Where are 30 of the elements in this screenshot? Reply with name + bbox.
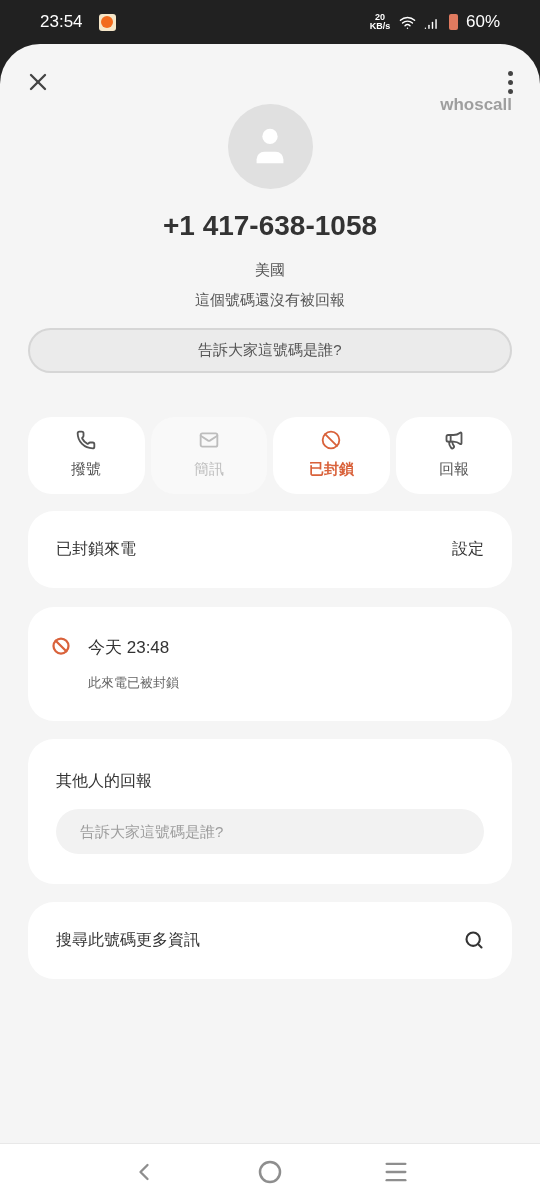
app-notification-icon bbox=[98, 13, 116, 31]
network-speed: 20 KB/s bbox=[368, 13, 391, 31]
phone-icon bbox=[76, 429, 97, 450]
block-icon bbox=[321, 429, 342, 450]
search-icon bbox=[464, 930, 484, 950]
status-time: 23:54 bbox=[40, 11, 83, 34]
country: 美國 bbox=[255, 259, 285, 280]
brand-logo: whoscall bbox=[440, 94, 512, 116]
call-note: 此來電已被封鎖 bbox=[88, 673, 179, 692]
action-button[interactable]: 撥號 bbox=[28, 416, 145, 494]
battery-percentage: 60% bbox=[465, 11, 500, 34]
report-status: 這個號碼還沒有被回報 bbox=[195, 290, 345, 310]
phone-number: +1 417-638-1058 bbox=[162, 208, 378, 243]
more-options-icon bbox=[508, 70, 513, 94]
call-time: 今天 23:48 bbox=[88, 637, 171, 659]
action-button[interactable]: 已封鎖 bbox=[273, 416, 390, 494]
action-button[interactable]: 回報 bbox=[395, 416, 512, 494]
envelope-icon bbox=[198, 429, 219, 450]
battery-icon bbox=[448, 14, 458, 30]
home-icon bbox=[258, 1160, 282, 1184]
report-input-field[interactable]: 告訴大家這號碼是誰? bbox=[56, 808, 484, 854]
blocked-calls-title: 已封鎖來電 bbox=[56, 539, 136, 559]
search-more-card[interactable]: 搜尋此號碼更多資訊 bbox=[28, 901, 512, 979]
settings-link[interactable]: 設定 bbox=[452, 537, 484, 561]
megaphone-icon bbox=[443, 429, 464, 450]
search-more-label: 搜尋此號碼更多資訊 bbox=[56, 930, 200, 950]
block-icon bbox=[52, 637, 70, 655]
home-button[interactable] bbox=[258, 1160, 282, 1184]
tell-who-button[interactable]: 告訴大家這號碼是誰? bbox=[28, 327, 512, 373]
reports-title: 其他人的回報 bbox=[56, 770, 153, 791]
